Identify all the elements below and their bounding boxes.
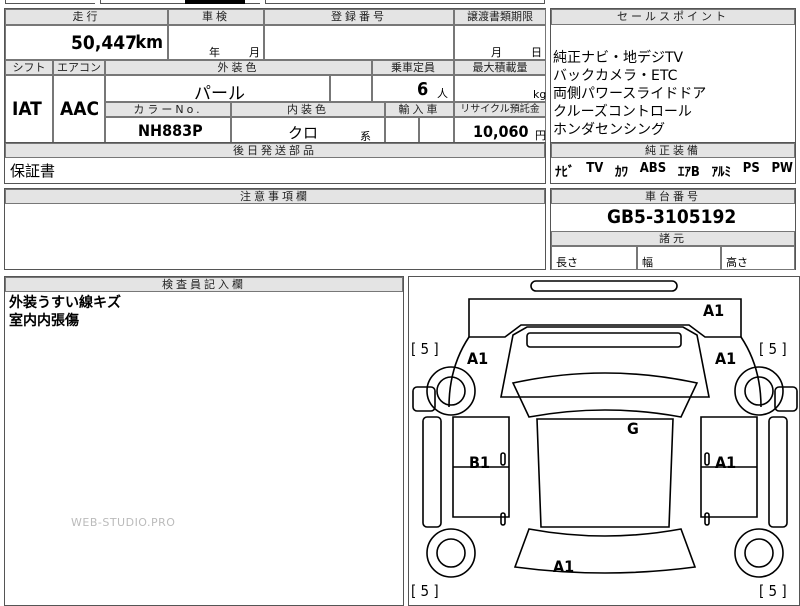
inspector-note: 室内内張傷 [9, 313, 79, 329]
color-no-value: NH883P [138, 121, 203, 140]
damage-mark-front-left: A1 [467, 349, 489, 368]
sales-point-item: 純正ナビ・地デジTV [553, 50, 684, 66]
registration-cell [264, 25, 454, 60]
sales-point-item: 両側パワースライドドア [553, 86, 707, 102]
inspection-cell: 年 月 [168, 25, 264, 60]
capacity-cell: 6 人 [372, 75, 454, 102]
damage-mark-right-side: A1 [715, 453, 737, 472]
equipment-header: 純正装備 [551, 143, 795, 158]
interior-color-value: クロ [288, 124, 319, 142]
chassis-value: GB5-3105192 [607, 206, 737, 228]
exterior-color-header: 外装色 [105, 60, 372, 75]
transfer-deadline-header: 譲渡書類期限 [454, 9, 546, 25]
aircon-value: AAC [60, 98, 100, 120]
import-cell-b [419, 117, 454, 143]
color-no-header: カラーNo. [105, 102, 231, 117]
watermark: WEB-STUDIO.PRO [71, 516, 176, 529]
mileage-cell: 50,447 km [5, 25, 168, 60]
shift-value: IAT [12, 98, 42, 120]
chassis-header: 車台番号 [551, 189, 795, 204]
exterior-color-cell: パール [105, 75, 330, 104]
damage-mark-front-right: A1 [715, 349, 737, 368]
spec-height-cell: 高さ [721, 246, 795, 270]
specs-header: 諸元 [551, 231, 795, 246]
transfer-day-unit: 日 [531, 46, 542, 59]
damage-mark-front-top: A1 [703, 301, 725, 320]
shift-cell: IAT [5, 75, 53, 143]
notes-header: 注意事項欄 [5, 189, 545, 204]
max-load-header: 最大積載量 [454, 60, 546, 75]
recycle-header: リサイクル預託金 [454, 102, 546, 117]
equipment-item-tv: TV [586, 161, 604, 176]
sales-point-item: クルーズコントロール [553, 104, 692, 120]
tire-label-front-left: [ 5 ] [411, 340, 439, 358]
max-load-cell: kg [454, 75, 546, 102]
equipment-item-pw: PW [771, 161, 793, 176]
equipment-list: ﾅﾋﾞ TV ｶﾜ ABS ｴｱB ｱﾙﾐ PS PW [555, 161, 793, 180]
interior-color-header: 内装色 [231, 102, 385, 117]
inspector-block: 検査員記入欄 外装うすい線キズ 室内内張傷 WEB-STUDIO.PRO [4, 276, 404, 606]
import-header: 輸入車 [385, 102, 454, 117]
inspection-header: 車検 [168, 9, 264, 25]
inspection-year-unit: 年 [209, 46, 220, 59]
tire-label-rear-right: [ 5 ] [759, 582, 787, 600]
capacity-unit: 人 [437, 87, 448, 100]
sales-point-item: バックカメラ・ETC [553, 68, 678, 84]
later-parts-header: 後日発送部品 [5, 143, 545, 158]
aircon-cell: AAC [53, 75, 105, 143]
import-cell-a [385, 117, 419, 143]
damage-mark-rear: A1 [553, 557, 575, 576]
inspector-header: 検査員記入欄 [5, 277, 403, 292]
color-no-cell: NH883P [105, 117, 231, 143]
sales-point-header: セールスポイント [551, 9, 795, 25]
spec-width-label: 幅 [642, 256, 653, 269]
damage-diagram: A1 A1 A1 G B1 A1 A1 [ 5 ] [ 5 ] [ 5 ] [ … [408, 276, 800, 606]
later-parts-value: 保証書 [10, 162, 56, 180]
exterior-color-value: パール [194, 84, 245, 104]
equipment-item-abs: ABS [639, 161, 667, 176]
equipment-item-leather: ｶﾜ [615, 165, 628, 180]
chassis-block: 車台番号 GB5-3105192 諸元 長さ 幅 高さ [550, 188, 796, 270]
tire-label-front-right: [ 5 ] [759, 340, 787, 358]
shift-header: シフト [5, 60, 53, 75]
tire-label-rear-left: [ 5 ] [411, 582, 439, 600]
mileage-header: 走行 [5, 9, 168, 25]
sales-point-block: セールスポイント 純正ナビ・地デジTV バックカメラ・ETC 両側パワースライド… [550, 8, 796, 143]
top-cutoff-strip [0, 0, 800, 6]
registration-header: 登録番号 [264, 9, 454, 25]
inspection-month-unit: 月 [249, 46, 260, 59]
sales-point-item: ホンダセンシング [553, 122, 665, 138]
transfer-deadline-cell: 月 日 [454, 25, 546, 60]
aircon-header: エアコン [53, 60, 105, 75]
recycle-value: 10,060 [473, 122, 529, 141]
spec-length-cell: 長さ [551, 246, 637, 270]
recycle-unit: 円 [535, 129, 546, 142]
spec-width-cell: 幅 [637, 246, 721, 270]
transfer-month-unit: 月 [491, 46, 502, 59]
exterior-color-extra-cell [330, 75, 372, 102]
spec-length-label: 長さ [556, 256, 578, 269]
car-outline-diagram [412, 280, 798, 578]
max-load-unit: kg [533, 88, 547, 101]
sales-point-list: 純正ナビ・地デジTV バックカメラ・ETC 両側パワースライドドア クルーズコン… [553, 49, 706, 139]
mileage-value: 50,447 [71, 32, 137, 54]
inspector-note: 外装うすい線キズ [9, 295, 121, 311]
capacity-value: 6 [417, 79, 429, 100]
recycle-cell: 10,060 円 [454, 117, 546, 143]
mileage-unit: km [135, 32, 163, 53]
damage-mark-roof: G [627, 419, 639, 438]
equipment-block: 純正装備 ﾅﾋﾞ TV ｶﾜ ABS ｴｱB ｱﾙﾐ PS PW [550, 142, 796, 184]
equipment-item-navi: ﾅﾋﾞ [555, 165, 575, 180]
notes-block: 注意事項欄 [4, 188, 546, 270]
spec-height-label: 高さ [726, 256, 748, 269]
inspector-notes: 外装うすい線キズ 室内内張傷 [9, 294, 121, 330]
vehicle-info-block: 走行 車検 登録番号 譲渡書類期限 50,447 km 年 月 月 日 シフト … [4, 8, 546, 143]
interior-color-cell: クロ 系 [231, 117, 385, 143]
equipment-item-ps: PS [742, 161, 760, 176]
capacity-header: 乗車定員 [372, 60, 454, 75]
equipment-item-alloy: ｱﾙﾐ [711, 165, 732, 180]
damage-mark-left-side: B1 [469, 453, 490, 472]
equipment-item-airbag: ｴｱB [677, 165, 700, 180]
later-parts-block: 後日発送部品 保証書 [4, 142, 546, 184]
